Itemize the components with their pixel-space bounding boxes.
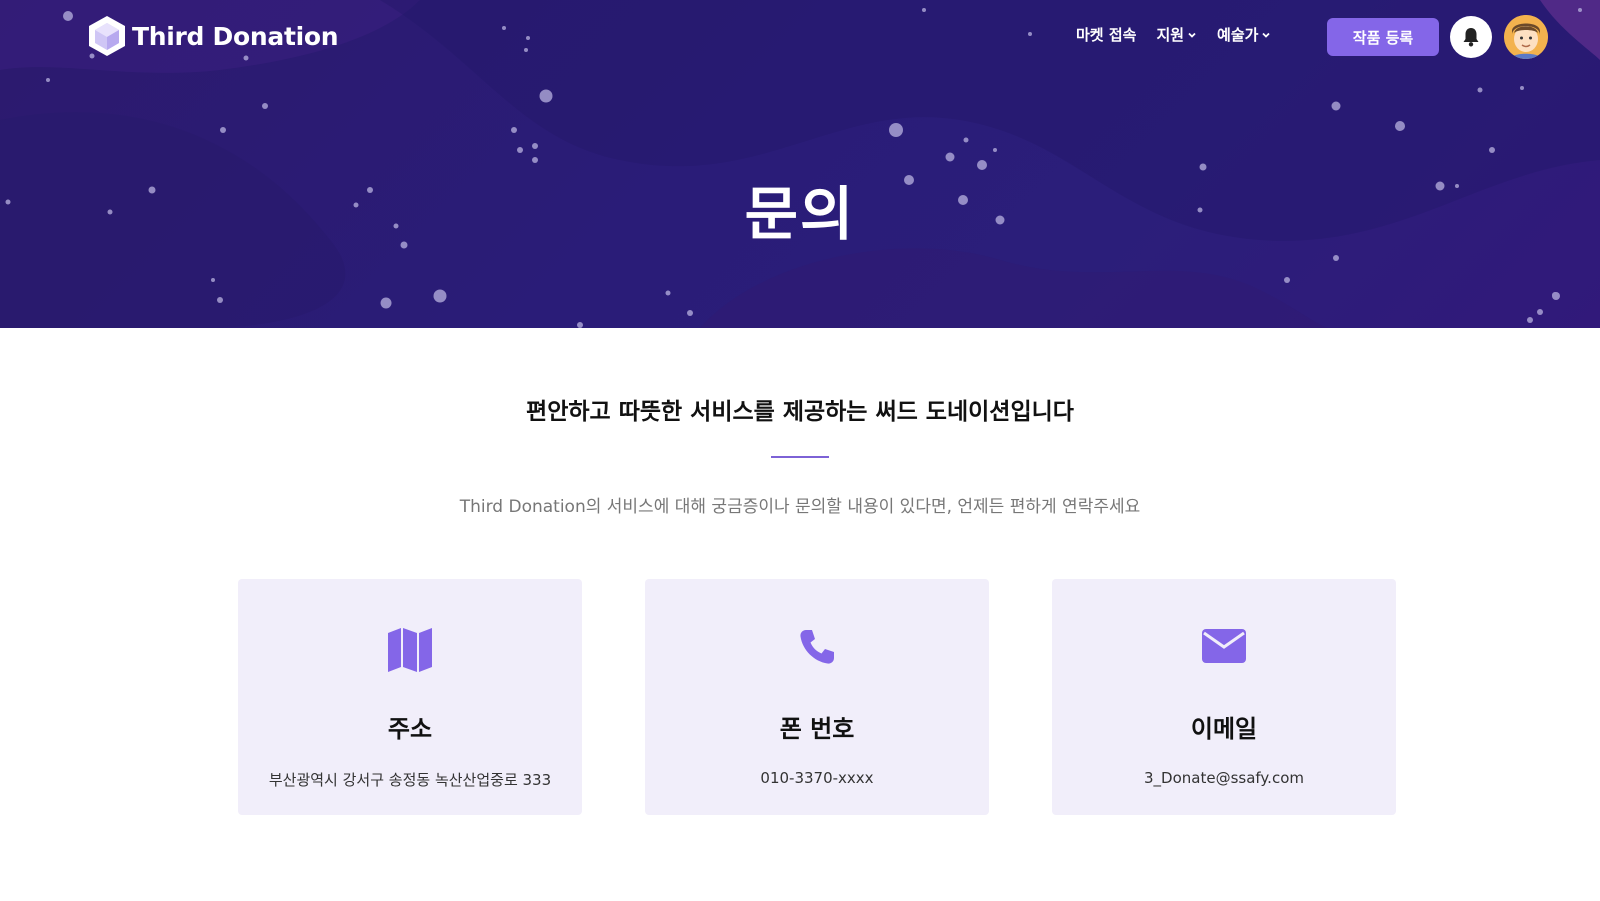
bell-icon (1463, 28, 1479, 47)
menu-item-label: 마켓 접속 (1076, 26, 1137, 44)
page-title: 문의 (744, 179, 856, 248)
contact-cards: 주소 부산광역시 강서구 송정동 녹산산업중로 333 폰 번호 010-337… (238, 579, 1396, 815)
contact-card-address: 주소 부산광역시 강서구 송정동 녹산산업중로 333 (238, 579, 582, 815)
chevron-down-icon (1188, 32, 1196, 38)
section-headline: 편안하고 따뜻한 서비스를 제공하는 써드 도네이션입니다 (526, 399, 1074, 425)
top-nav: Third Donation 마켓 접속 지원 예술가 작품 등록 (0, 0, 1600, 72)
phone-icon (800, 630, 834, 664)
email-value[interactable]: 3_Donate@ssafy.com (1052, 769, 1396, 787)
menu-item-label: 지원 (1156, 26, 1185, 44)
brand-name: Third Donation (132, 21, 339, 51)
intro-section: 편안하고 따뜻한 서비스를 제공하는 써드 도네이션입니다 Third Dona… (0, 392, 1600, 534)
mail-icon (1202, 629, 1246, 663)
menu-item-support[interactable]: 지원 (1156, 24, 1197, 45)
address-value: 부산광역시 강서구 송정동 녹산산업중로 333 (268, 771, 552, 789)
brand-logo[interactable]: Third Donation (88, 15, 339, 57)
menu-item-artist[interactable]: 예술가 (1217, 24, 1271, 45)
avatar-face-icon (1504, 15, 1548, 59)
map-icon (388, 628, 432, 672)
phone-value: 010-3370-xxxx (760, 769, 874, 787)
hero-banner: Third Donation 마켓 접속 지원 예술가 작품 등록 문의 (0, 0, 1600, 328)
contact-card-email: 이메일 3_Donate@ssafy.com (1052, 579, 1396, 815)
card-title: 이메일 (1190, 715, 1258, 743)
chevron-down-icon (1262, 32, 1271, 38)
contact-card-phone: 폰 번호 010-3370-xxxx (645, 579, 989, 815)
main-menu: 마켓 접속 지원 예술가 (1076, 24, 1271, 45)
headline-divider (771, 456, 829, 458)
card-title: 주소 (387, 715, 433, 743)
menu-item-label: 예술가 (1217, 26, 1259, 44)
card-title: 폰 번호 (779, 715, 855, 743)
user-avatar[interactable] (1504, 15, 1548, 59)
hexagon-cube-icon (89, 16, 125, 56)
menu-item-market[interactable]: 마켓 접속 (1076, 24, 1136, 45)
notification-button[interactable] (1450, 16, 1492, 58)
register-artwork-button[interactable]: 작품 등록 (1327, 18, 1439, 56)
section-subline: Third Donation의 서비스에 대해 궁금증이나 문의할 내용이 있다… (459, 497, 1141, 517)
